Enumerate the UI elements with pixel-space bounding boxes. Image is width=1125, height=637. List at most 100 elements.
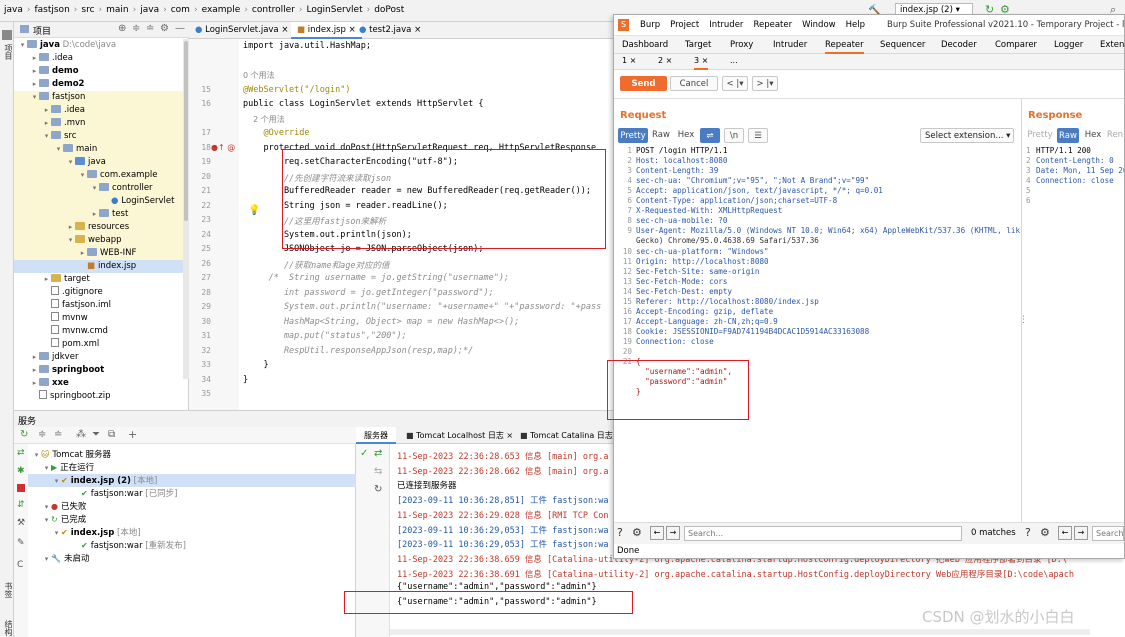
burp-tab-repeater[interactable]: Repeater bbox=[825, 36, 864, 54]
expand-arrow-icon[interactable]: ▸ bbox=[30, 351, 39, 364]
burp-tab-proxy[interactable]: Proxy bbox=[730, 36, 753, 54]
resp-search-prev-button[interactable]: ← bbox=[1058, 526, 1072, 540]
resp-render-tab[interactable]: Ren bbox=[1106, 128, 1124, 143]
expand-arrow-icon[interactable]: ▸ bbox=[42, 117, 51, 130]
tab-catalina-log[interactable]: ■ Tomcat Catalina 日志 × bbox=[514, 427, 628, 444]
project-tree-item[interactable]: ▸ resources bbox=[14, 221, 189, 234]
project-tree-item[interactable]: ▸ springboot bbox=[14, 364, 189, 377]
project-tree-item[interactable]: springboot.zip bbox=[14, 390, 189, 403]
lightbulb-icon[interactable]: 💡 bbox=[248, 205, 260, 216]
project-tree-item[interactable]: ▾ fastjson bbox=[14, 91, 189, 104]
resp-settings-icon[interactable]: ⚙ bbox=[1040, 526, 1050, 539]
deploy-all-icon[interactable]: ⇄ bbox=[374, 448, 382, 459]
deploy-icon[interactable]: ⇵ bbox=[17, 500, 25, 510]
new-tab-icon[interactable]: ⧉ bbox=[108, 429, 115, 440]
service-tree-item[interactable]: ▾ ✔ index.jsp (2) [本地] bbox=[28, 474, 356, 487]
refresh-log-icon[interactable]: ↻ bbox=[374, 484, 382, 495]
project-tool-label[interactable]: 项目 bbox=[3, 44, 14, 60]
project-tree-item[interactable]: fastjson.iml bbox=[14, 299, 189, 312]
project-tree-item[interactable]: ▾ main bbox=[14, 143, 189, 156]
log-scrollbar[interactable] bbox=[390, 629, 1090, 635]
project-tree-item[interactable]: ▸ demo2 bbox=[14, 78, 189, 91]
expand-arrow-icon[interactable]: ▾ bbox=[30, 91, 39, 104]
burp-menu-item[interactable]: Help bbox=[846, 20, 865, 30]
update-icon[interactable]: C bbox=[17, 560, 23, 570]
group-icon[interactable]: ⁂ bbox=[76, 429, 86, 440]
search-prev-button[interactable]: ← bbox=[650, 526, 664, 540]
service-tree-item[interactable]: ✔ fastjson:war [已同步] bbox=[28, 487, 356, 500]
locate-icon[interactable]: ⊕ bbox=[118, 23, 126, 34]
breadcrumb-item[interactable]: main bbox=[106, 5, 129, 15]
structure-tool-label[interactable]: 结构 bbox=[3, 620, 14, 636]
expand-arrow-icon[interactable]: ▾ bbox=[18, 39, 27, 52]
expand-arrow-icon[interactable]: ▾ bbox=[42, 130, 51, 143]
project-tree-item[interactable]: ▸ .mvn bbox=[14, 117, 189, 130]
expand-icon[interactable]: ≑ bbox=[38, 429, 46, 440]
expand-arrow-icon[interactable]: ▸ bbox=[42, 104, 51, 117]
burp-menu-item[interactable]: Intruder bbox=[709, 20, 743, 30]
breadcrumb-item[interactable]: controller bbox=[252, 5, 295, 15]
expand-arrow-icon[interactable]: ▸ bbox=[30, 65, 39, 78]
menu-icon[interactable]: ☰ bbox=[748, 128, 768, 143]
project-tree-item[interactable]: ▸ jdkver bbox=[14, 351, 189, 364]
project-tree-item[interactable]: ▸ WEB-INF bbox=[14, 247, 189, 260]
repeater-tab[interactable]: 2 × bbox=[658, 54, 672, 70]
burp-menu-item[interactable]: Project bbox=[670, 20, 699, 30]
request-editor[interactable]: 1 POST /login HTTP/1.1 2 Host: localhost:80… bbox=[614, 146, 1020, 516]
expand-arrow-icon[interactable]: ▾ bbox=[66, 234, 75, 247]
burp-tab-intruder[interactable]: Intruder bbox=[773, 36, 807, 54]
project-tree-item[interactable]: ▾ java bbox=[14, 156, 189, 169]
breadcrumb-item[interactable]: com bbox=[171, 5, 190, 15]
resp-raw-tab[interactable]: Raw bbox=[1057, 128, 1079, 143]
minimize-icon[interactable]: — bbox=[175, 23, 185, 34]
check-icon[interactable]: ✓ bbox=[360, 448, 368, 459]
breadcrumb-item[interactable]: java bbox=[140, 5, 159, 15]
pretty-tab[interactable]: Pretty bbox=[618, 128, 648, 143]
expand-arrow-icon[interactable]: ▸ bbox=[30, 52, 39, 65]
project-tree-item[interactable]: pom.xml bbox=[14, 338, 189, 351]
project-tree-item[interactable]: mvnw.cmd bbox=[14, 325, 189, 338]
project-tool-icon[interactable] bbox=[2, 30, 12, 40]
expand-all-icon[interactable]: ≑ bbox=[132, 23, 140, 34]
project-tree-item[interactable]: ● LoginServlet bbox=[14, 195, 189, 208]
project-tree-item[interactable]: ▸ .idea bbox=[14, 104, 189, 117]
resp-help-icon[interactable]: ? bbox=[1025, 526, 1031, 539]
filter-icon[interactable]: ⏷ bbox=[92, 429, 100, 440]
tab-loginservlet[interactable]: ● LoginServlet.java × bbox=[189, 22, 294, 39]
project-tree-item[interactable]: ▸ xxe bbox=[14, 377, 189, 390]
service-tree-item[interactable]: ▾ 🐱 Tomcat 服务器 bbox=[28, 448, 356, 461]
expand-arrow-icon[interactable]: ▸ bbox=[42, 273, 51, 286]
repeater-tab[interactable]: 1 × bbox=[622, 54, 636, 70]
newline-icon[interactable]: \n bbox=[724, 128, 744, 143]
service-tree-item[interactable]: ✔ fastjson:war [重新发布] bbox=[28, 539, 356, 552]
breadcrumb-item[interactable]: fastjson bbox=[34, 5, 69, 15]
expand-arrow-icon[interactable]: ▾ bbox=[90, 182, 99, 195]
burp-menu-item[interactable]: Repeater bbox=[753, 20, 792, 30]
tab-localhost-log[interactable]: ■ Tomcat Localhost 日志 × bbox=[400, 427, 519, 444]
expand-arrow-icon[interactable]: ▾ bbox=[66, 156, 75, 169]
expand-arrow-icon[interactable]: ▸ bbox=[66, 221, 75, 234]
breadcrumb-item[interactable]: example bbox=[202, 5, 241, 15]
breadcrumb-item[interactable]: LoginServlet bbox=[306, 5, 362, 15]
add-icon[interactable]: + bbox=[128, 428, 137, 441]
project-tree-item[interactable]: ▾ webapp bbox=[14, 234, 189, 247]
project-tree-item[interactable]: ▸ test bbox=[14, 208, 189, 221]
breadcrumb-item[interactable]: doPost bbox=[374, 5, 404, 15]
gear-icon[interactable]: ⚙ bbox=[160, 23, 169, 34]
response-viewer[interactable]: 1 HTTP/1.1 200 2 Content-Length: 0 3 Date: Mo… bbox=[1022, 146, 1124, 516]
project-tree-item[interactable]: mvnw bbox=[14, 312, 189, 325]
debug-run-icon[interactable]: ✱ bbox=[17, 466, 25, 476]
select-extension-dropdown[interactable]: Select extension... ▾ bbox=[920, 128, 1014, 143]
expand-arrow-icon[interactable]: ▸ bbox=[78, 247, 87, 260]
service-tree-item[interactable]: ▾ ✔ index.jsp [本地] bbox=[28, 526, 356, 539]
burp-tab-sequencer[interactable]: Sequencer bbox=[880, 36, 925, 54]
response-search-input[interactable] bbox=[1092, 526, 1124, 541]
resp-search-next-button[interactable]: → bbox=[1074, 526, 1088, 540]
breadcrumb-item[interactable]: java bbox=[4, 5, 23, 15]
cancel-button[interactable]: Cancel bbox=[670, 76, 718, 91]
rerun-icon[interactable]: ⇄ bbox=[17, 448, 25, 458]
project-tree-item[interactable]: ▾ java D:\code\java bbox=[14, 39, 189, 52]
help-icon[interactable]: ? bbox=[617, 526, 623, 539]
expand-arrow-icon[interactable]: ▸ bbox=[90, 208, 99, 221]
expand-arrow-icon[interactable]: ▸ bbox=[30, 377, 39, 390]
